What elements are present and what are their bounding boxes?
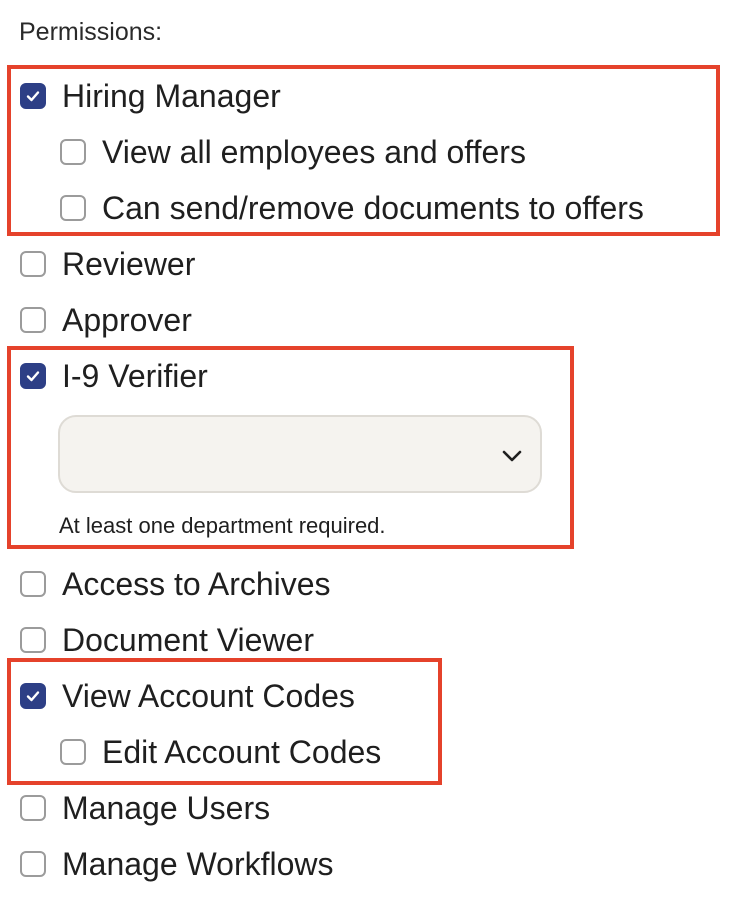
permission-label: I-9 Verifier [62,357,208,394]
check-icon [26,371,40,382]
permission-label: Access to Archives [62,565,331,602]
permission-label: View all employees and offers [102,133,526,170]
checkbox[interactable] [60,139,86,165]
permission-document-viewer[interactable]: Document Viewer [20,620,314,660]
checkbox[interactable] [20,795,46,821]
permissions-heading: Permissions: [19,18,163,46]
permission-label: Document Viewer [62,621,314,658]
checkbox[interactable] [60,739,86,765]
permission-hiring-manager[interactable]: Hiring Manager [20,76,281,116]
department-help-text: At least one department required. [59,513,386,538]
checkbox[interactable] [20,571,46,597]
department-select[interactable] [58,415,542,493]
checkbox[interactable] [20,307,46,333]
checkbox[interactable] [20,363,46,389]
permission-view-account-codes[interactable]: View Account Codes [20,676,355,716]
permission-approver[interactable]: Approver [20,300,192,340]
permission-access-archives[interactable]: Access to Archives [20,564,331,604]
permission-label: Manage Users [62,789,271,826]
permission-label: Manage Workflows [62,845,334,882]
checkbox[interactable] [60,195,86,221]
checkbox[interactable] [20,83,46,109]
permission-manage-workflows[interactable]: Manage Workflows [20,844,334,884]
checkbox[interactable] [20,251,46,277]
permission-manage-users[interactable]: Manage Users [20,788,270,828]
permission-view-all-employees[interactable]: View all employees and offers [60,132,526,172]
checkbox[interactable] [20,627,46,653]
permission-label: Edit Account Codes [102,733,382,770]
permission-label: Approver [62,301,192,338]
permission-label: Can send/remove documents to offers [102,189,644,226]
check-icon [26,691,40,702]
checkbox[interactable] [20,851,46,877]
check-icon [26,91,40,102]
permission-label: View Account Codes [62,677,355,714]
permission-label: Reviewer [62,245,196,282]
permission-send-remove-documents[interactable]: Can send/remove documents to offers [60,188,644,228]
permission-i9-verifier[interactable]: I-9 Verifier [20,356,208,396]
permission-edit-account-codes[interactable]: Edit Account Codes [60,732,381,772]
chevron-down-icon [502,450,522,462]
permission-reviewer[interactable]: Reviewer [20,244,195,284]
permission-label: Hiring Manager [62,77,281,114]
checkbox[interactable] [20,683,46,709]
